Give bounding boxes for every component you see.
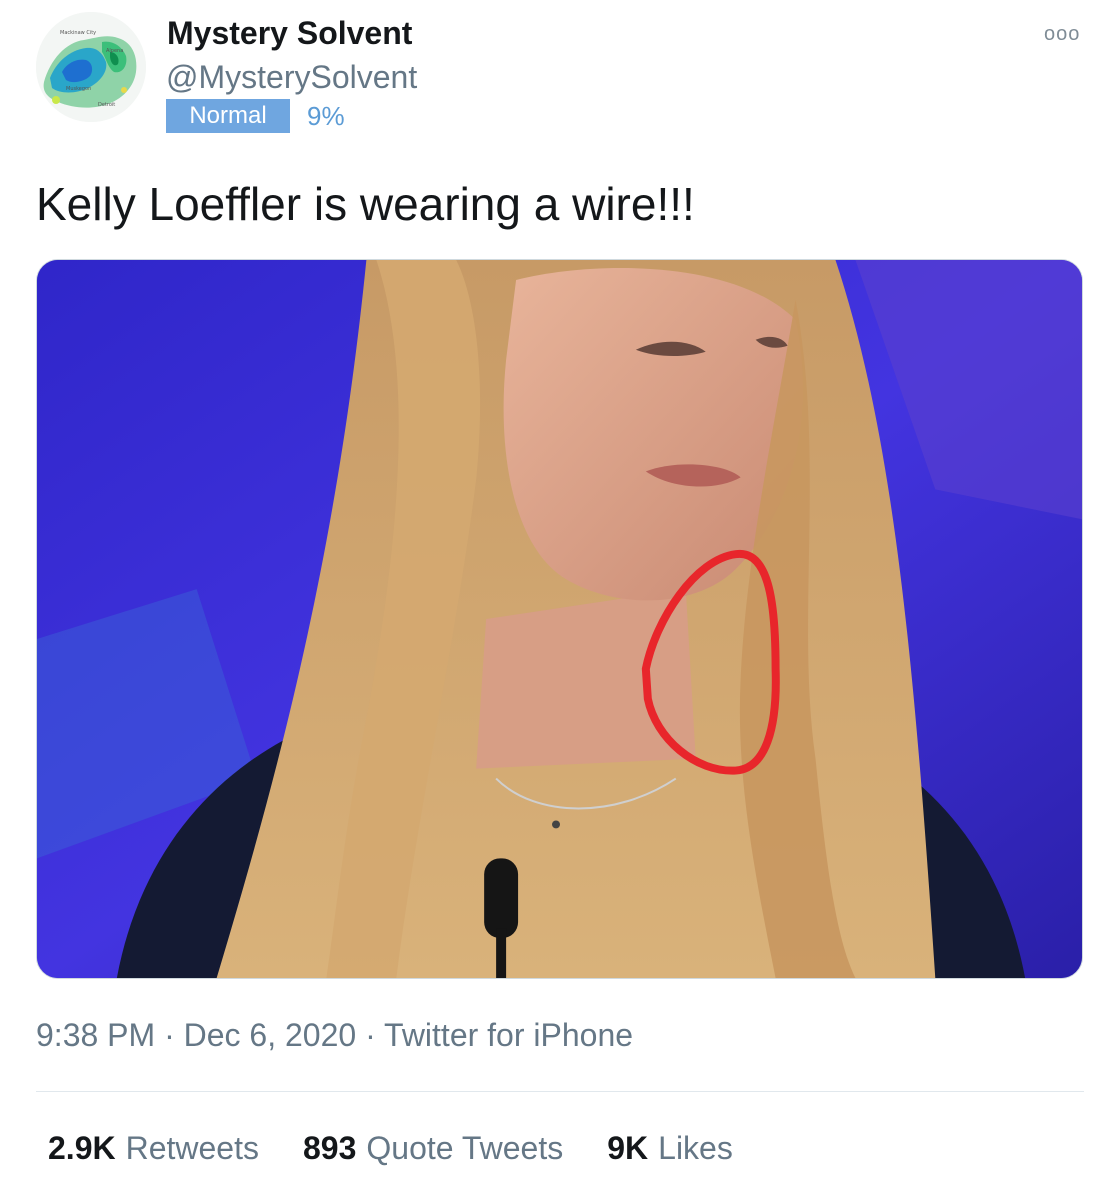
quote-tweets-count: 893	[302, 1130, 357, 1166]
retweets-label: Retweets	[125, 1130, 259, 1166]
meta-separator: ·	[365, 1017, 376, 1053]
tweet-date[interactable]: Dec 6, 2020	[184, 1017, 357, 1053]
quote-tweets-stat[interactable]: 893 Quote Tweets	[303, 1128, 563, 1168]
tweet-text: Kelly Loeffler is wearing a wire!!!	[36, 178, 695, 230]
user-handle[interactable]: @MysterySolvent	[166, 58, 417, 96]
tweet-time[interactable]: 9:38 PM	[36, 1017, 155, 1053]
avatar[interactable]: Mackinaw City Alpena Muskegon Detroit	[36, 12, 146, 122]
quote-tweets-label: Quote Tweets	[366, 1130, 564, 1166]
retweets-count: 2.9K	[48, 1130, 116, 1166]
likes-count: 9K	[607, 1130, 649, 1166]
photo-illustration	[37, 260, 1082, 978]
likes-label: Likes	[658, 1130, 733, 1166]
avatar-map-image: Mackinaw City Alpena Muskegon Detroit	[36, 12, 146, 122]
status-badge: Normal	[166, 99, 290, 133]
display-name[interactable]: Mystery Solvent	[167, 14, 412, 52]
badge-percent: 9%	[307, 101, 345, 131]
tweet-stats: 2.9K Retweets 893 Quote Tweets 9K Likes	[48, 1128, 733, 1168]
map-label: Detroit	[98, 102, 115, 108]
tweet-meta: 9:38 PM · Dec 6, 2020 · Twitter for iPho…	[36, 1015, 633, 1055]
map-label: Alpena	[106, 48, 123, 54]
more-options-icon[interactable]: ooo	[1044, 24, 1080, 44]
meta-separator: ·	[164, 1017, 175, 1053]
retweets-stat[interactable]: 2.9K Retweets	[48, 1128, 259, 1168]
tweet-source[interactable]: Twitter for iPhone	[384, 1017, 633, 1053]
map-label: Mackinaw City	[60, 30, 96, 36]
map-label: Muskegon	[66, 86, 91, 92]
divider	[36, 1091, 1084, 1092]
likes-stat[interactable]: 9K Likes	[607, 1128, 733, 1168]
tweet-photo[interactable]	[36, 259, 1083, 979]
